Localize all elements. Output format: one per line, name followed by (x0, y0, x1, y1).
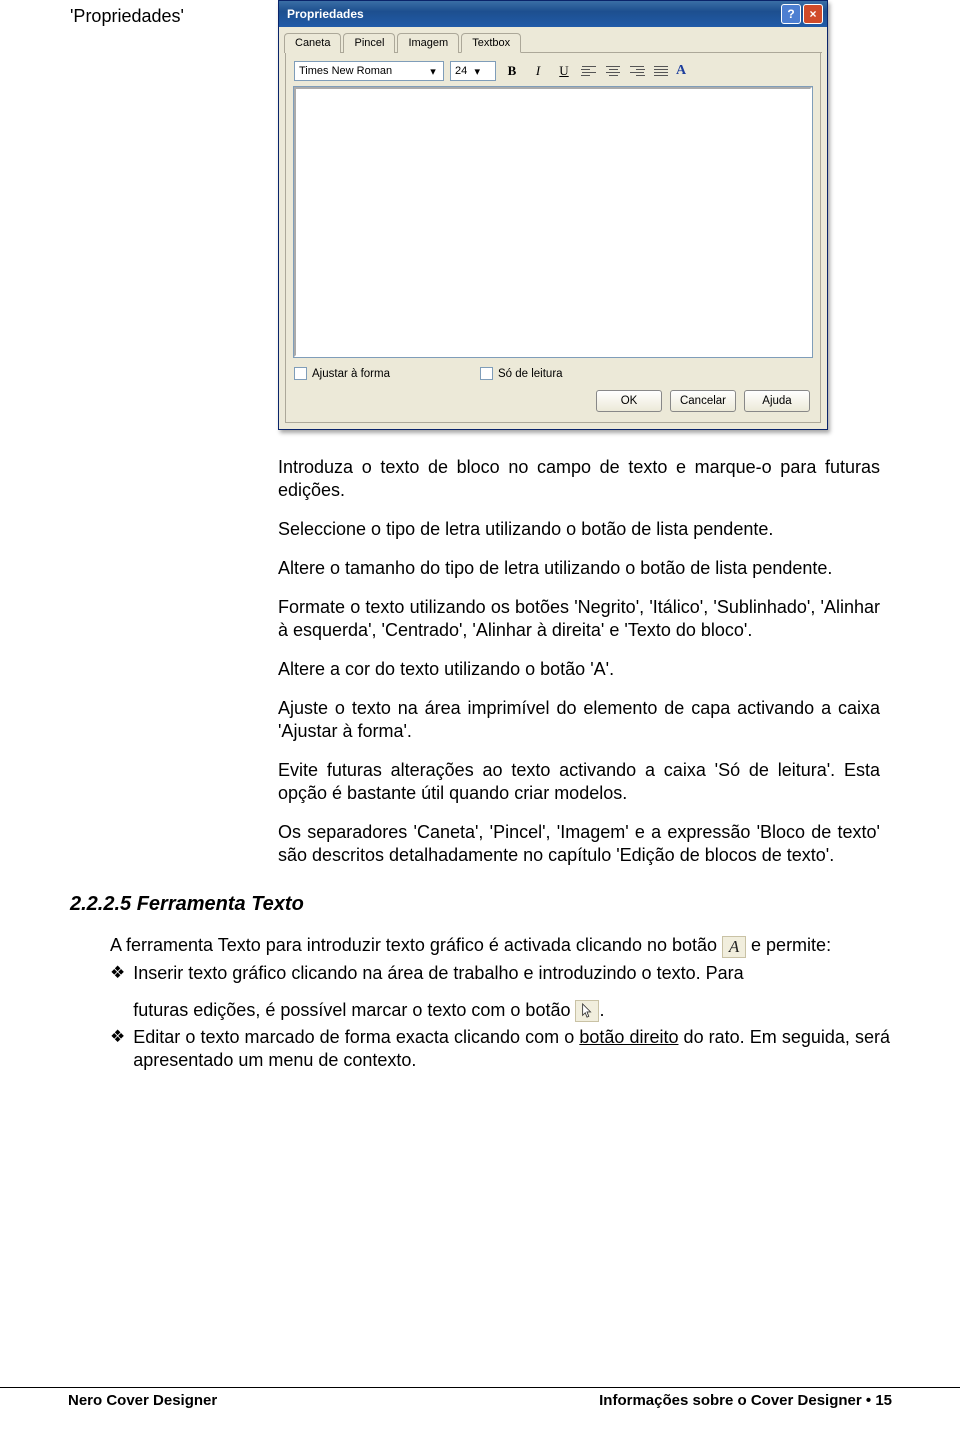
bullet-icon: ❖ (110, 962, 125, 984)
paragraph: A ferramenta Texto para introduzir texto… (110, 934, 890, 957)
properties-label: 'Propriedades' (70, 0, 250, 27)
text-run: A ferramenta Texto para introduzir texto… (110, 935, 722, 955)
bold-button[interactable]: B (502, 61, 522, 81)
dialog-body: Times New Roman ▾ 24 ▾ B I U A (285, 53, 821, 423)
font-size-select[interactable]: 24 ▾ (450, 61, 496, 81)
font-size-value: 24 (455, 65, 467, 77)
checkbox-icon (480, 367, 493, 380)
dialog-tabs: Caneta Pincel Imagem Textbox (284, 32, 822, 53)
dialog-title: Propriedades (287, 7, 364, 21)
paragraph: Altere a cor do texto utilizando o botão… (278, 658, 880, 681)
font-name-value: Times New Roman (299, 65, 392, 77)
fit-to-shape-checkbox[interactable]: Ajustar à forma (294, 367, 390, 380)
text-input-area[interactable] (294, 87, 812, 357)
paragraph: Altere o tamanho do tipo de letra utiliz… (278, 557, 880, 580)
italic-button[interactable]: I (528, 61, 548, 81)
bullet-icon: • (866, 1392, 875, 1409)
text-toolbar: Times New Roman ▾ 24 ▾ B I U A (294, 61, 812, 81)
chevron-down-icon: ▾ (471, 65, 483, 78)
help-button[interactable]: Ajuda (744, 390, 810, 412)
chevron-down-icon: ▾ (427, 65, 439, 78)
footer-page-number: 15 (875, 1392, 892, 1409)
paragraph: Formate o texto utilizando os botões 'Ne… (278, 596, 880, 642)
help-icon[interactable]: ? (781, 4, 801, 24)
dialog-titlebar[interactable]: Propriedades ? × (279, 1, 827, 27)
text-run: Inserir texto gráfico clicando na área d… (133, 963, 743, 983)
pointer-tool-icon (575, 1000, 599, 1022)
paragraph: Os separadores 'Caneta', 'Pincel', 'Imag… (278, 821, 880, 867)
align-justify-button[interactable] (652, 62, 670, 80)
text-run: . (599, 1000, 604, 1020)
tab-caneta[interactable]: Caneta (284, 33, 341, 53)
fit-to-shape-label: Ajustar à forma (312, 368, 390, 380)
checkbox-icon (294, 367, 307, 380)
read-only-checkbox[interactable]: Só de leitura (480, 367, 563, 380)
bullet-icon: ❖ (110, 1026, 125, 1048)
text-run-underline: botão direito (579, 1027, 678, 1047)
page-footer: Nero Cover Designer Informações sobre o … (0, 1387, 960, 1409)
list-item: ❖ Inserir texto gráfico clicando na área… (110, 962, 890, 1022)
text-tool-icon: A (722, 936, 746, 958)
paragraph: Introduza o texto de bloco no campo de t… (278, 456, 880, 502)
text-run: futuras edições, é possível marcar o tex… (133, 1000, 575, 1020)
footer-right-text: Informações sobre o Cover Designer (599, 1392, 862, 1409)
lower-block: A ferramenta Texto para introduzir texto… (70, 934, 890, 1072)
tab-pincel[interactable]: Pincel (343, 33, 395, 53)
section-heading: 2.2.2.5 Ferramenta Texto (70, 893, 890, 916)
read-only-label: Só de leitura (498, 368, 563, 380)
close-icon[interactable]: × (803, 4, 823, 24)
body-text: Introduza o texto de bloco no campo de t… (278, 456, 880, 867)
paragraph: Evite futuras alterações ao texto activa… (278, 759, 880, 805)
align-center-button[interactable] (604, 62, 622, 80)
paragraph: Seleccione o tipo de letra utilizando o … (278, 518, 880, 541)
list-item: ❖ Editar o texto marcado de forma exacta… (110, 1026, 890, 1072)
align-right-button[interactable] (628, 62, 646, 80)
cancel-button[interactable]: Cancelar (670, 390, 736, 412)
footer-right: Informações sobre o Cover Designer • 15 (599, 1392, 892, 1409)
font-name-select[interactable]: Times New Roman ▾ (294, 61, 444, 81)
align-left-button[interactable] (580, 62, 598, 80)
text-run: e permite: (746, 935, 831, 955)
tab-textbox[interactable]: Textbox (461, 33, 521, 53)
text-run: Editar o texto marcado de forma exacta c… (133, 1027, 579, 1047)
tab-imagem[interactable]: Imagem (397, 33, 459, 53)
underline-button[interactable]: U (554, 61, 574, 81)
text-color-button[interactable]: A (676, 63, 686, 79)
paragraph: Ajuste o texto na área imprimível do ele… (278, 697, 880, 743)
footer-left: Nero Cover Designer (68, 1392, 217, 1409)
ok-button[interactable]: OK (596, 390, 662, 412)
properties-dialog: Propriedades ? × Caneta Pincel Imagem Te… (278, 0, 828, 430)
